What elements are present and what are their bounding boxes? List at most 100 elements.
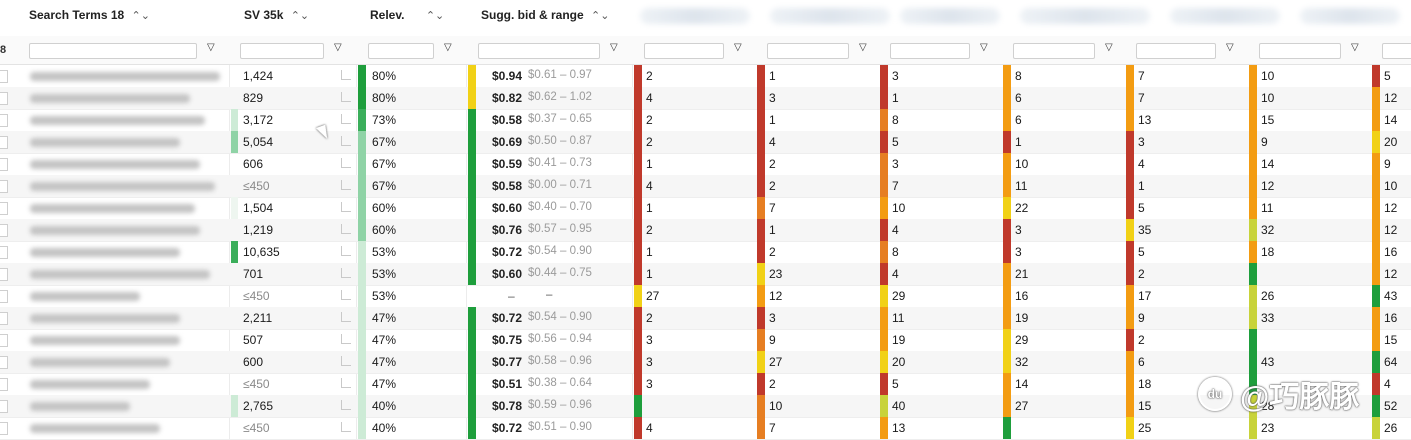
filter-input[interactable]: [1013, 43, 1095, 59]
search-term-blurred[interactable]: [30, 138, 180, 147]
row-checkbox[interactable]: [0, 114, 8, 127]
table-row[interactable]: 2,211 47% $0.72 $0.54 – 0.90 2 3 11 19 9 33 16: [0, 307, 1411, 330]
filter-icon[interactable]: ▽: [980, 42, 988, 53]
header-relevance[interactable]: Relev. ⌃⌄: [370, 0, 444, 36]
filter-input[interactable]: [1382, 43, 1411, 59]
table-row[interactable]: 5,054 67% $0.69 $0.50 – 0.87 2 4 5 1 3 9 20: [0, 131, 1411, 154]
filter-input[interactable]: [368, 43, 434, 59]
trend-chart-icon[interactable]: [341, 180, 351, 190]
trend-chart-icon[interactable]: [341, 202, 351, 212]
table-row[interactable]: 3,172 73% $0.58 $0.37 – 0.65 2 1 8 6 13 15 14: [0, 109, 1411, 132]
filter-input[interactable]: [1259, 43, 1341, 59]
filter-input[interactable]: [478, 43, 600, 59]
search-term-blurred[interactable]: [30, 292, 140, 301]
filter-icon[interactable]: ▽: [734, 42, 742, 53]
trend-chart-icon[interactable]: [341, 268, 351, 278]
filter-input[interactable]: [644, 43, 724, 59]
trend-chart-icon[interactable]: [341, 378, 351, 388]
filter-input[interactable]: [890, 43, 970, 59]
filter-input[interactable]: [1136, 43, 1216, 59]
filter-icon[interactable]: ▽: [1105, 42, 1113, 53]
rank-bar: [880, 219, 888, 241]
relevance-bar: [358, 219, 366, 241]
trend-chart-icon[interactable]: [341, 246, 351, 256]
search-term-blurred[interactable]: [30, 182, 215, 191]
header-sv[interactable]: SV 35k ⌃⌄: [244, 0, 309, 36]
table-row[interactable]: 606 67% $0.59 $0.41 – 0.73 1 2 3 10 4 14 9: [0, 153, 1411, 176]
search-term-blurred[interactable]: [30, 116, 205, 125]
trend-chart-icon[interactable]: [341, 158, 351, 168]
table-row[interactable]: ≤450 53% – – 27 12 29 16 17 26 43: [0, 285, 1411, 308]
table-row[interactable]: 1,424 80% $0.94 $0.61 – 0.97 2 1 3 8 7 10 5: [0, 65, 1411, 88]
table-row[interactable]: 10,635 53% $0.72 $0.54 – 0.90 1 2 8 3 5 18 16: [0, 241, 1411, 264]
trend-chart-icon[interactable]: [341, 290, 351, 300]
search-term-blurred[interactable]: [30, 270, 210, 279]
row-checkbox[interactable]: [0, 136, 8, 149]
rank-value: 25: [1138, 421, 1152, 435]
trend-chart-icon[interactable]: [341, 422, 351, 432]
row-checkbox[interactable]: [0, 312, 8, 325]
trend-chart-icon[interactable]: [341, 312, 351, 322]
row-checkbox[interactable]: [0, 70, 8, 83]
table-row[interactable]: 1,219 60% $0.76 $0.57 – 0.95 2 1 4 3 35 32 12: [0, 219, 1411, 242]
table-row[interactable]: ≤450 67% $0.58 $0.00 – 0.71 4 2 7 11 1 12 10: [0, 175, 1411, 198]
filter-icon[interactable]: ▽: [1351, 42, 1359, 53]
search-term-blurred[interactable]: [30, 358, 170, 367]
filter-input[interactable]: [767, 43, 849, 59]
trend-chart-icon[interactable]: [341, 92, 351, 102]
header-bid[interactable]: Sugg. bid & range ⌃⌄: [481, 0, 609, 36]
row-checkbox[interactable]: [0, 158, 8, 171]
search-term-blurred[interactable]: [30, 94, 190, 103]
trend-chart-icon[interactable]: [341, 70, 351, 80]
search-term-blurred[interactable]: [30, 72, 220, 81]
filter-icon[interactable]: ▽: [444, 42, 452, 53]
trend-chart-icon[interactable]: [341, 356, 351, 366]
table-row[interactable]: 507 47% $0.75 $0.56 – 0.94 3 9 19 29 2 15: [0, 329, 1411, 352]
search-term-blurred[interactable]: [30, 424, 160, 433]
filter-icon[interactable]: ▽: [207, 42, 215, 53]
search-term-blurred[interactable]: [30, 402, 130, 411]
search-term-blurred[interactable]: [30, 226, 200, 235]
rank-bar: [1003, 329, 1011, 351]
trend-chart-icon[interactable]: [341, 114, 351, 124]
rank-value: 18: [1138, 377, 1152, 391]
sort-icon[interactable]: ⌃⌄: [591, 10, 609, 22]
row-checkbox[interactable]: [0, 202, 8, 215]
header-search-terms[interactable]: Search Terms 18 ⌃⌄: [29, 0, 150, 36]
search-term-blurred[interactable]: [30, 160, 200, 169]
search-term-blurred[interactable]: [30, 248, 180, 257]
filter-input[interactable]: [240, 43, 324, 59]
trend-chart-icon[interactable]: [341, 334, 351, 344]
table-row[interactable]: ≤450 40% $0.72 $0.51 – 0.90 4 7 13 25 23 26: [0, 417, 1411, 440]
search-term-blurred[interactable]: [30, 314, 180, 323]
filter-icon[interactable]: ▽: [334, 42, 342, 53]
search-term-blurred[interactable]: [30, 380, 150, 389]
search-term-blurred[interactable]: [30, 336, 180, 345]
filter-icon[interactable]: ▽: [1226, 42, 1234, 53]
sort-icon[interactable]: ⌃⌄: [426, 10, 444, 22]
row-checkbox[interactable]: [0, 356, 8, 369]
trend-chart-icon[interactable]: [341, 136, 351, 146]
table-row[interactable]: 829 80% $0.82 $0.62 – 1.02 4 3 1 6 7 10 12: [0, 87, 1411, 110]
row-checkbox[interactable]: [0, 422, 8, 435]
row-checkbox[interactable]: [0, 378, 8, 391]
table-row[interactable]: 701 53% $0.60 $0.44 – 0.75 1 23 4 21 2 12: [0, 263, 1411, 286]
search-term-blurred[interactable]: [30, 204, 195, 213]
filter-icon[interactable]: ▽: [859, 42, 867, 53]
row-checkbox[interactable]: [0, 246, 8, 259]
sort-icon[interactable]: ⌃⌄: [132, 10, 150, 22]
filter-input[interactable]: [29, 43, 197, 59]
table-row[interactable]: 1,504 60% $0.60 $0.40 – 0.70 1 7 10 22 5 11 12: [0, 197, 1411, 220]
row-checkbox[interactable]: [0, 92, 8, 105]
row-checkbox[interactable]: [0, 180, 8, 193]
table-row[interactable]: 600 47% $0.77 $0.58 – 0.96 3 27 20 32 6 43 64: [0, 351, 1411, 374]
row-checkbox[interactable]: [0, 268, 8, 281]
row-checkbox[interactable]: [0, 334, 8, 347]
filter-icon[interactable]: ▽: [610, 42, 618, 53]
trend-chart-icon[interactable]: [341, 400, 351, 410]
row-checkbox[interactable]: [0, 224, 8, 237]
row-checkbox[interactable]: [0, 290, 8, 303]
row-checkbox[interactable]: [0, 400, 8, 413]
trend-chart-icon[interactable]: [341, 224, 351, 234]
sort-icon[interactable]: ⌃⌄: [291, 10, 309, 22]
